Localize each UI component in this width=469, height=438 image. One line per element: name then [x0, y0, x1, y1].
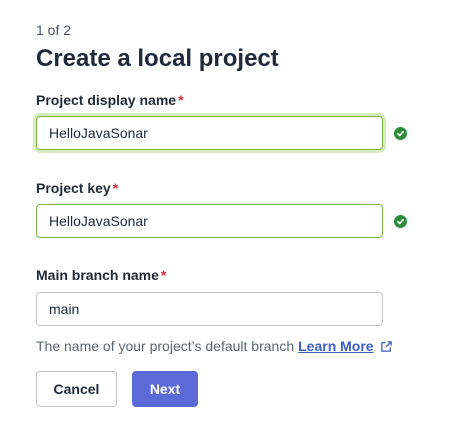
project-key-input[interactable] — [36, 204, 383, 238]
display-name-input[interactable] — [36, 116, 383, 150]
project-key-label-text: Project key — [36, 180, 111, 196]
required-mark: * — [178, 92, 184, 108]
create-project-form: 1 of 2 Create a local project — [36, 20, 456, 76]
step-indicator: 1 of 2 — [36, 22, 72, 38]
cancel-button[interactable]: Cancel — [36, 371, 117, 407]
display-name-label-text: Project display name — [36, 92, 177, 108]
main-branch-input[interactable] — [36, 292, 383, 326]
main-branch-label: Main branch name * — [36, 266, 166, 284]
check-circle-icon — [394, 215, 407, 228]
required-mark: * — [160, 267, 167, 283]
learn-more-link[interactable]: Learn More — [298, 338, 392, 354]
next-button-label: Next — [149, 381, 181, 397]
required-mark: * — [112, 180, 119, 196]
project-key-label: Project key * — [36, 179, 118, 197]
main-branch-helper: The name of your project’s default branc… — [36, 336, 393, 356]
main-branch-label-text: Main branch name — [36, 267, 159, 283]
helper-text: The name of your project’s default branc… — [36, 338, 295, 354]
check-circle-icon — [394, 127, 407, 140]
learn-more-label: Learn More — [298, 338, 374, 354]
cancel-button-label: Cancel — [53, 381, 100, 397]
page-title: Create a local project — [36, 45, 279, 72]
external-link-icon — [380, 338, 393, 358]
next-button[interactable]: Next — [132, 371, 198, 407]
display-name-label: Project display name * — [36, 91, 184, 109]
